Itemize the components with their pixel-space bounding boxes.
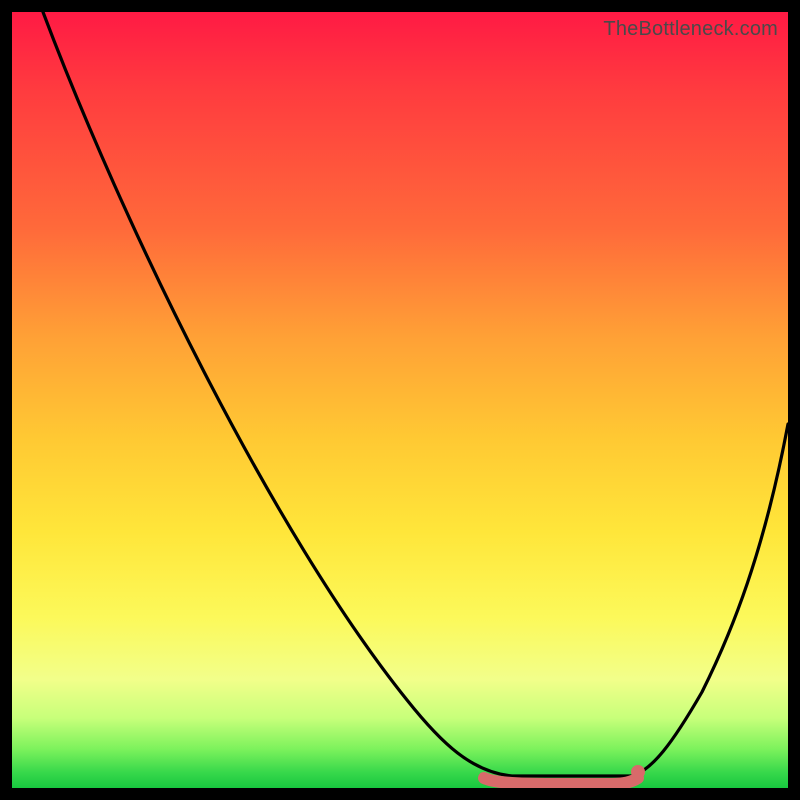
chart-gradient-background bbox=[12, 12, 788, 788]
chart-frame: TheBottleneck.com bbox=[12, 12, 788, 788]
watermark-text: TheBottleneck.com bbox=[603, 18, 778, 41]
